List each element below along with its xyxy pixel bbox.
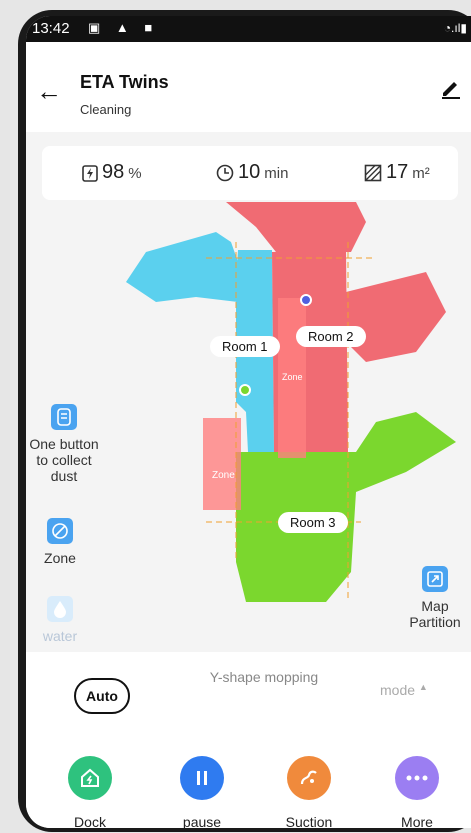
- mode-selector[interactable]: mode ▲: [380, 682, 428, 698]
- time-stat: 10 min: [216, 161, 288, 184]
- suction-label: Suction: [285, 814, 333, 828]
- pause-label: pause: [182, 814, 222, 828]
- zone-icon: [47, 518, 73, 544]
- area-value: 17: [386, 161, 409, 183]
- time-unit: min: [264, 165, 289, 182]
- zone-label-2: Zone: [212, 470, 235, 481]
- map-partition-tool[interactable]: Map Partition: [400, 566, 470, 630]
- cleaning-stats-card: 98 % 10 min 17 m²: [42, 146, 458, 200]
- dust-collect-icon: [51, 404, 77, 430]
- water-tool[interactable]: water: [26, 596, 94, 644]
- zone-label: Zone: [44, 550, 76, 566]
- pause-icon: [180, 756, 224, 800]
- status-time: 13:42: [32, 20, 70, 37]
- dock-icon: [68, 756, 112, 800]
- status-bar: 13:42 ▣ ▲ ■ ◔.ıl▮: [26, 16, 471, 42]
- collect-dust-tool[interactable]: One button to collect dust: [26, 404, 106, 484]
- zone-label-1: Zone: [282, 372, 303, 382]
- time-value: 10: [238, 161, 261, 183]
- cleaning-map[interactable]: Zone Zone Room 1 Room 2 Room 3 One butto…: [26, 202, 471, 662]
- zone-rect-2: [203, 418, 241, 510]
- area-icon: [364, 164, 382, 181]
- clock-icon: [216, 164, 234, 181]
- battery-icon: [82, 164, 98, 182]
- suction-button[interactable]: Suction: [274, 756, 344, 828]
- caret-up-icon: ▲: [418, 682, 428, 692]
- room-label-2[interactable]: Room 2: [296, 326, 366, 347]
- room-2-right: [346, 272, 446, 362]
- water-drop-icon: [47, 596, 73, 622]
- dock-label: Dock: [74, 814, 106, 828]
- mode-label: mode: [380, 682, 416, 698]
- battery-value: 98: [102, 161, 125, 183]
- app-screen: 13:42 ▣ ▲ ■ ◔.ıl▮ ← ETA Twins Cleaning 9…: [26, 16, 471, 828]
- dock-button[interactable]: Dock: [55, 756, 125, 828]
- back-arrow-icon[interactable]: ←: [36, 76, 62, 107]
- yshape-mopping-button[interactable]: Y-shape mopping: [204, 666, 324, 688]
- battery-stat: 98 %: [82, 161, 142, 184]
- room-2-upper: [226, 202, 366, 252]
- app-header: ← ETA Twins Cleaning: [26, 42, 471, 132]
- area-stat: 17 m²: [364, 161, 430, 184]
- dock-marker: [300, 294, 312, 306]
- signal-icon: ◔.ıl▮: [443, 21, 467, 35]
- more-dots-icon: [395, 756, 439, 800]
- map-partition-label: Map Partition: [409, 598, 461, 630]
- zone-tool[interactable]: Zone: [26, 518, 94, 566]
- robot-marker: [239, 384, 251, 396]
- map-partition-icon: [422, 566, 448, 592]
- battery-unit: %: [128, 165, 142, 182]
- device-title: ETA Twins: [80, 72, 169, 92]
- pause-button[interactable]: pause: [167, 756, 237, 828]
- control-panel: Auto Y-shape mopping mode ▲ Dock pause S…: [26, 652, 471, 828]
- area-unit: m²: [412, 165, 430, 182]
- notification-icons: ▣ ▲ ■: [88, 20, 159, 35]
- collect-dust-label: One button to collect dust: [29, 436, 99, 484]
- water-label: water: [42, 628, 78, 644]
- more-button[interactable]: More: [382, 756, 452, 828]
- suction-icon: [287, 756, 331, 800]
- room-label-1[interactable]: Room 1: [210, 336, 280, 357]
- more-label: More: [401, 814, 433, 828]
- room-1-extension: [126, 232, 238, 302]
- device-status: Cleaning: [80, 102, 132, 117]
- room-label-3[interactable]: Room 3: [278, 512, 348, 533]
- edit-pencil-icon[interactable]: [439, 76, 463, 100]
- auto-mode-button[interactable]: Auto: [74, 678, 130, 714]
